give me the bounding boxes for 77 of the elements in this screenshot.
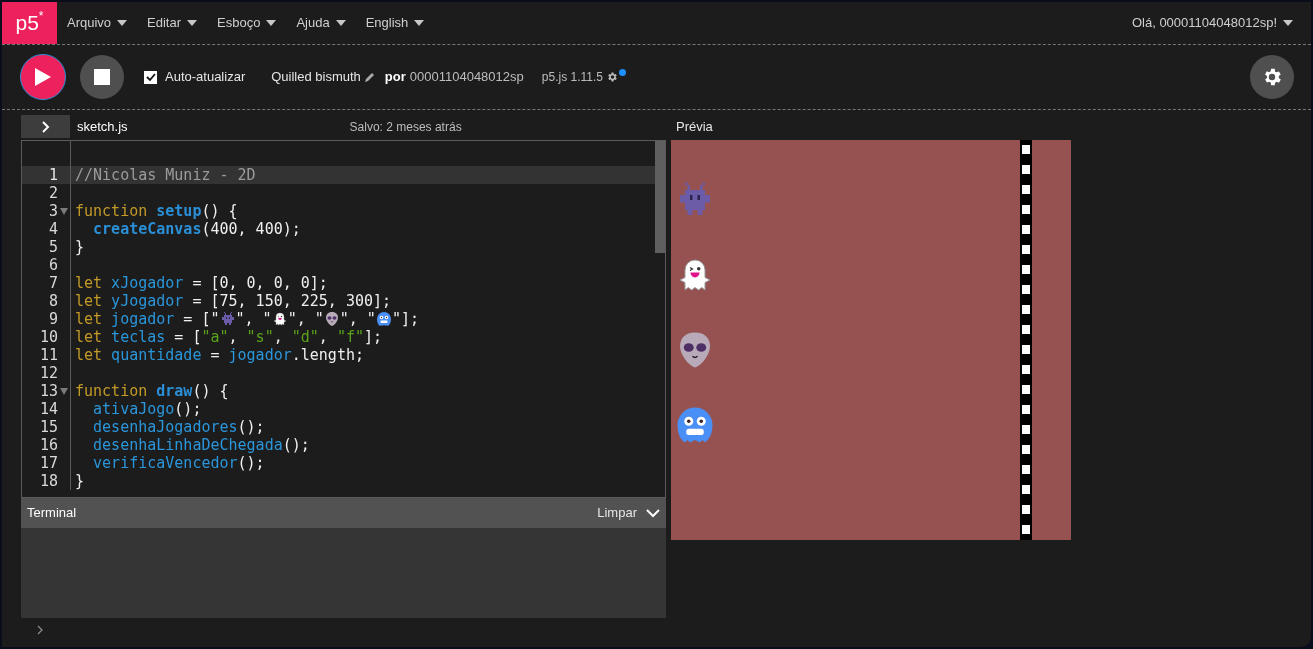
code-line: let quantidade = jogador.length; (74, 346, 364, 364)
auto-refresh-checkbox[interactable] (144, 70, 157, 84)
line-number: 3 (48, 202, 58, 220)
code-line: let xJogador = [0, 0, 0, 0]; (74, 274, 328, 292)
p5-logo[interactable]: p5* (2, 2, 57, 44)
version-label[interactable]: p5.js 1.11.5 (541, 68, 603, 86)
menu-item[interactable]: Ajuda (286, 2, 356, 44)
stop-button[interactable] (80, 55, 124, 99)
caret-icon (414, 20, 425, 26)
code-line: ativaJogo(); (92, 400, 202, 418)
code-line: desenhaJogadores(); (92, 418, 265, 436)
line-number: 13 (39, 382, 58, 400)
settings-button[interactable] (1250, 55, 1294, 99)
chevron-right-icon (41, 120, 50, 133)
menu-item[interactable]: Arquivo (57, 2, 138, 44)
line-number: 11 (39, 346, 58, 364)
saved-status: Salvo: 2 meses atrás (349, 118, 462, 136)
line-number: 9 (48, 310, 58, 328)
code-line: let teclas = ["a", "s", "d", "f"]; (74, 328, 383, 346)
caret-icon (335, 20, 346, 26)
line-number: 1 (48, 166, 58, 184)
code-line: function setup() { (74, 202, 238, 220)
line-number: 8 (48, 292, 58, 310)
code-line: let yJogador = [75, 150, 225, 300]; (74, 292, 392, 310)
fold-triangle-icon[interactable] (60, 387, 68, 395)
gear-icon[interactable] (605, 71, 618, 83)
line-number: 4 (48, 220, 58, 238)
pencil-icon[interactable] (364, 72, 375, 82)
line-number: 5 (48, 238, 58, 256)
play-icon (35, 68, 51, 86)
invader-emoji-icon (219, 311, 236, 327)
play-button[interactable] (20, 54, 66, 100)
preview-title: Prévia (676, 117, 713, 136)
fold-triangle-icon[interactable] (60, 207, 68, 215)
line-number: 2 (48, 184, 58, 202)
code-line: createCanvas(400, 400); (92, 220, 301, 238)
caret-icon (266, 20, 277, 26)
chevron-down-icon[interactable] (646, 508, 660, 518)
sketch-name[interactable]: Quilled bismuth (271, 67, 361, 87)
prompt-chevron-icon[interactable] (37, 625, 43, 635)
code-line: } (74, 472, 85, 490)
code-line: } (74, 238, 85, 256)
scrollbar-thumb[interactable] (655, 141, 665, 253)
sidebar-toggle-button[interactable] (21, 115, 70, 138)
code-line: verificaVencedor(); (92, 454, 265, 472)
code-line: function draw() { (74, 382, 229, 400)
line-number: 14 (39, 400, 58, 418)
file-tab[interactable]: sketch.js (77, 116, 128, 137)
cold-face-emoji-icon (375, 311, 392, 327)
alien-emoji-icon (323, 311, 340, 327)
cold-face-emoji-icon (675, 405, 715, 445)
clear-button[interactable]: Limpar (597, 503, 637, 523)
menu-item[interactable]: Esboço (207, 2, 287, 44)
caret-icon (117, 20, 128, 26)
code-line: desenhaLinhaDeChegada(); (92, 436, 310, 454)
menu-item[interactable]: English (355, 2, 435, 44)
line-number: 10 (39, 328, 58, 346)
caret-icon (187, 20, 198, 26)
line-number: 7 (48, 274, 58, 292)
terminal-title: Terminal (27, 504, 77, 523)
auto-refresh-label: Auto-atualizar (165, 68, 246, 87)
code-line: let jogador = [" ", " ", " ", " "]; (74, 310, 419, 328)
user-menu[interactable]: Olá, 00001104048012sp! (1131, 2, 1311, 44)
author-link[interactable]: 00001104048012sp (409, 67, 524, 87)
line-number: 18 (39, 472, 58, 490)
caret-icon (1283, 20, 1293, 26)
line-number: 16 (39, 436, 58, 454)
code-line: //Nicolas Muniz - 2D (74, 166, 256, 184)
line-number: 6 (48, 256, 58, 274)
line-number: 17 (39, 454, 58, 472)
line-number: 12 (39, 364, 58, 382)
stop-icon (94, 69, 110, 85)
ghost-emoji-icon (271, 311, 288, 327)
menu-item[interactable]: Editar (137, 2, 208, 44)
code-editor[interactable] (21, 140, 666, 498)
line-number: 15 (39, 418, 58, 436)
by-label: por (384, 68, 406, 87)
